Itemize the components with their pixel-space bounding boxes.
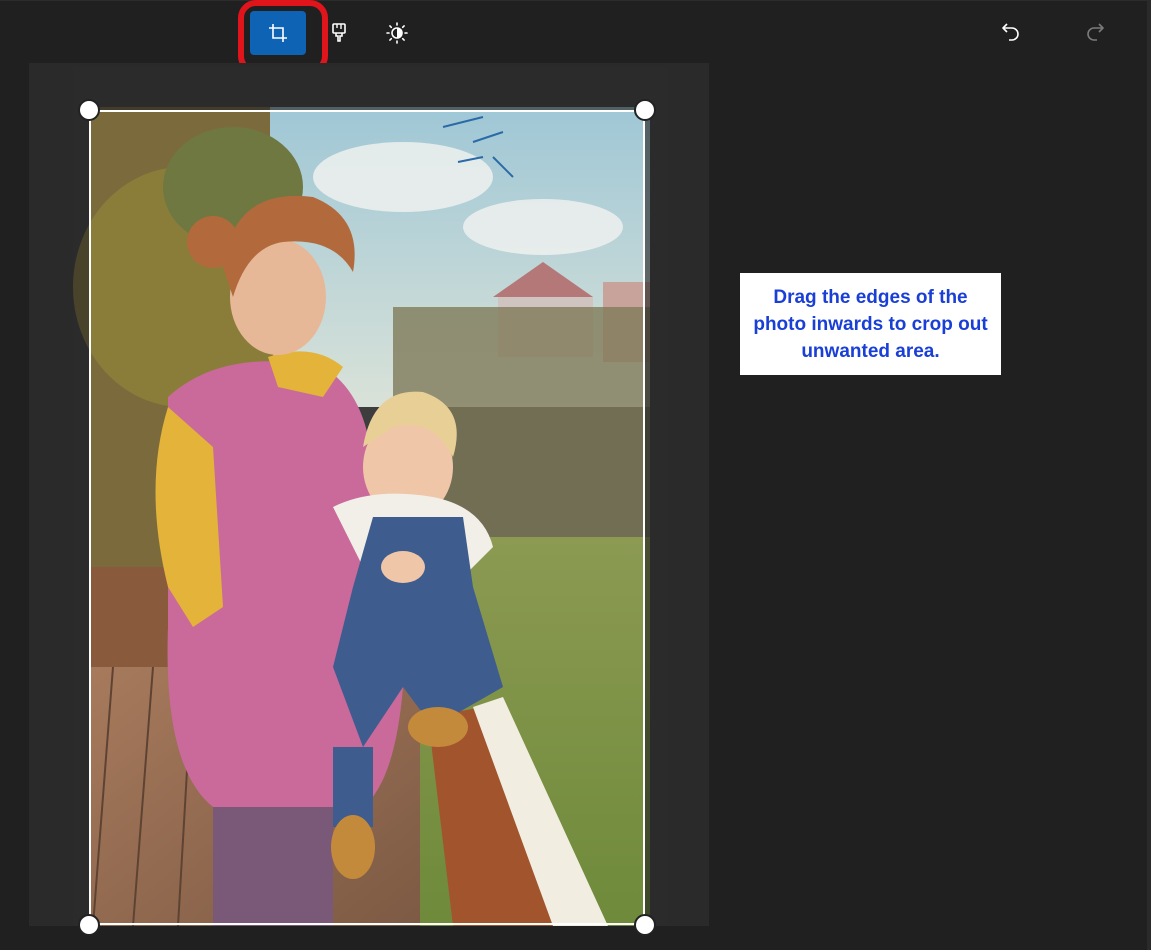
window-edge [1147, 0, 1151, 950]
undo-icon [1002, 23, 1019, 41]
crop-tool-button[interactable] [250, 11, 306, 55]
crop-icon [269, 24, 287, 42]
crop-handle-bottom-left[interactable] [78, 914, 100, 936]
crop-mask-right [645, 110, 709, 926]
photo-editor: Drag the edges of the photo inwards to c… [0, 0, 1151, 950]
crop-mask-top [29, 63, 709, 110]
crop-handle-bottom-right[interactable] [634, 914, 656, 936]
brush-icon [332, 23, 346, 42]
brightness-icon [386, 22, 408, 44]
redo-icon [1087, 23, 1104, 41]
crop-handle-top-left[interactable] [78, 99, 100, 121]
crop-frame[interactable] [89, 110, 645, 925]
redo-button[interactable] [1078, 16, 1112, 50]
crop-handle-top-right[interactable] [634, 99, 656, 121]
filters-tool-button[interactable] [322, 16, 356, 50]
undo-button[interactable] [994, 16, 1028, 50]
instruction-text: Drag the edges of the photo inwards to c… [753, 286, 988, 362]
instruction-callout: Drag the edges of the photo inwards to c… [740, 273, 1001, 375]
adjustments-tool-button[interactable] [380, 16, 414, 50]
title-divider [0, 0, 1151, 1]
crop-mask-left [29, 110, 89, 926]
